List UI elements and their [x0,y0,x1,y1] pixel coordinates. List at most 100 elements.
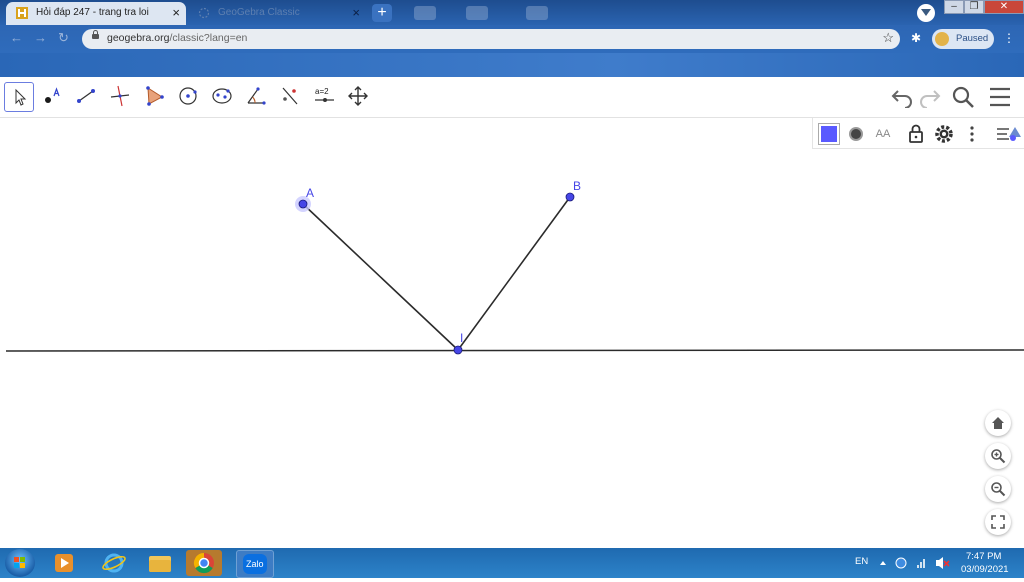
line-horizontal[interactable] [5,349,1024,352]
angle-icon [247,87,266,105]
tool-segment[interactable] [72,82,102,112]
undo-icon[interactable] [890,86,914,108]
tool-slider[interactable]: a=2 [310,82,340,112]
clock-date[interactable]: 03/09/2021 [961,564,1009,575]
tab-close-icon[interactable]: × [352,2,360,24]
background-blur [526,6,548,20]
main-menu-icon[interactable] [988,86,1012,108]
file-explorer-button[interactable] [142,550,178,576]
avatar [935,32,949,46]
redo-icon[interactable] [918,86,942,108]
browser-tab-bar: Hỏi đáp 247 - trang tra loi × GeoGebra C… [0,0,1024,25]
tab-close-icon[interactable]: × [172,2,180,24]
media-player-button[interactable] [46,550,82,576]
window-close-icon[interactable]: ✕ [984,0,1024,14]
settings-icon[interactable] [933,123,955,145]
network-app-icon[interactable] [895,557,907,569]
tool-reflect[interactable] [276,82,306,112]
perpendicular-line-icon [110,85,130,107]
color-swatch-icon[interactable] [818,123,840,145]
search-icon[interactable] [952,86,976,110]
point-icon [45,87,60,103]
address-bar-row: ← → ↻ geogebra.org/classic?lang=en ☆ ✱ P… [0,25,1024,53]
bookmark-star-icon[interactable]: ☆ [882,30,894,46]
windows-taskbar: Zalo EN 7:47 PM 03/09/2021 [0,548,1024,578]
slider-icon: a=2 [315,87,334,102]
signal-icon[interactable] [917,559,925,568]
restore-icon[interactable]: ❐ [964,0,984,14]
lock-icon [92,30,99,39]
tab-title: GeoGebra Classic [218,7,300,18]
polygon-icon [146,86,164,106]
arrow-cursor-icon [15,88,27,106]
tool-point[interactable] [38,82,68,112]
url-text: geogebra.org/classic?lang=en [107,32,248,44]
start-button[interactable] [5,549,35,577]
tool-angle[interactable] [242,82,272,112]
media-player-icon [55,554,73,572]
move-graphics-icon [348,86,368,106]
label-B: B [573,179,581,193]
reload-icon[interactable]: ↻ [58,30,69,46]
toggle-style-bar-icon[interactable] [995,123,1023,145]
label-I: I [460,331,463,345]
tool-move[interactable] [4,82,34,112]
omnibox[interactable]: geogebra.org/classic?lang=en ☆ [82,29,900,49]
zoom-in-icon [991,449,1006,464]
minimize-icon[interactable]: – [944,0,964,14]
volume-icon[interactable] [936,557,943,569]
internet-explorer-button[interactable] [96,550,132,576]
language-indicator[interactable]: EN [855,556,868,567]
background-blur [466,6,488,20]
chrome-icon [193,552,214,574]
internet-explorer-icon [102,553,126,573]
windows-logo-icon [14,557,25,568]
zalo-button[interactable]: Zalo [236,550,274,578]
fullscreen-button[interactable] [985,509,1011,535]
zoom-out-button[interactable] [985,476,1011,502]
point-style-icon[interactable] [845,123,867,145]
graphics-view[interactable]: A B I [0,118,1024,548]
lock-icon[interactable] [905,123,927,145]
tab-geogebra[interactable]: GeoGebra Classic × [188,2,366,25]
segment-BI[interactable] [457,196,571,351]
text-size-icon[interactable]: AA [872,123,894,145]
tab-title: Hỏi đáp 247 - trang tra loi [36,7,149,18]
back-icon[interactable]: ← [10,30,23,45]
svg-text:a=2: a=2 [315,87,329,96]
extensions-icon[interactable]: ✱ [911,31,921,45]
mute-icon [943,560,950,567]
forward-icon[interactable]: → [34,30,47,45]
fullscreen-icon [991,515,1005,529]
tool-perpendicular[interactable] [106,82,136,112]
tool-ellipse[interactable] [208,82,238,112]
more-icon[interactable] [961,123,983,145]
clock-time[interactable]: 7:47 PM [966,551,1001,562]
home-button[interactable] [985,410,1011,436]
tool-circle[interactable] [174,82,204,112]
point-A[interactable] [298,199,308,209]
segment-icon [77,89,95,103]
point-I[interactable] [453,345,463,355]
folder-icon [149,556,171,572]
zoom-in-button[interactable] [985,443,1011,469]
browser-menu-icon[interactable]: ⋮ [1003,31,1015,45]
geogebra-toolbar: a=2 [0,77,1024,118]
point-B[interactable] [565,192,575,202]
label-A: A [306,186,314,200]
show-hidden-icons-icon[interactable] [880,561,886,565]
svg-text:Zalo: Zalo [246,559,264,569]
new-tab-button[interactable]: + [372,4,392,22]
tab-hoidap[interactable]: Hỏi đáp 247 - trang tra loi × [6,2,186,25]
segment-AI[interactable] [302,203,459,351]
hoidap-favicon-icon [16,7,28,19]
page-header-strip [0,53,1024,77]
tab-search-icon[interactable] [917,4,935,22]
zoom-out-icon [991,482,1006,497]
geogebra-favicon-icon [198,7,210,19]
tool-polygon[interactable] [140,82,170,112]
tool-move-view[interactable] [344,82,374,112]
profile-button[interactable]: Paused [932,29,994,49]
chrome-button[interactable] [186,550,222,576]
profile-status: Paused [956,33,989,44]
